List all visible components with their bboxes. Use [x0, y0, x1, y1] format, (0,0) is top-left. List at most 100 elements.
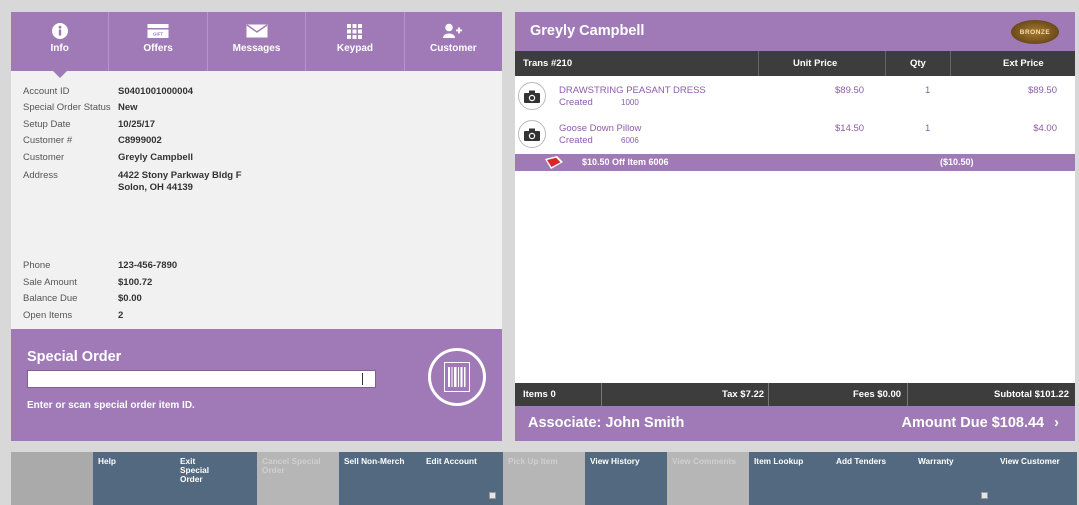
item-lookup-label: Item Lookup — [754, 456, 804, 466]
bronze-tier-badge: BRONZE — [1011, 20, 1059, 44]
add-tenders-button[interactable]: Add Tenders — [831, 452, 913, 505]
tax-total: Tax $7.22 — [722, 389, 765, 400]
status-value: New — [118, 102, 138, 114]
trans-number-header: Trans #210 — [523, 58, 573, 69]
balance-due-value: $0.00 — [118, 293, 142, 305]
nav-tab-customer-label: Customer — [429, 43, 477, 54]
view-history-label: View History — [590, 456, 640, 466]
transaction-panel: Greyly Campbell BRONZE Trans #210 Unit P… — [515, 12, 1075, 441]
gift-card-text: GIFT — [153, 32, 163, 37]
view-comments-button[interactable]: View Comments — [667, 452, 749, 505]
fees-total: Fees $0.00 — [853, 389, 902, 400]
amount-due-label: Amount Due $108.44 — [901, 415, 1045, 431]
nav-tab-offers[interactable]: GIFT Offers — [109, 12, 208, 71]
barcode-icon — [444, 362, 470, 392]
customer-label: Customer — [23, 151, 65, 163]
view-customer-button[interactable]: View Customer — [995, 452, 1077, 505]
camera-icon — [518, 120, 546, 148]
info-row-customer: Customer Greyly Campbell — [23, 149, 242, 166]
info-row-setup-date: Setup Date 10/25/17 — [23, 116, 242, 133]
tier-label: BRONZE — [1019, 28, 1051, 36]
discount-tag-icon — [545, 156, 563, 169]
keypad-icon — [347, 22, 363, 40]
nav-tab-keypad[interactable]: Keypad — [306, 12, 405, 71]
nav-tab-info-label: Info — [50, 43, 69, 54]
line-item[interactable]: Goose Down Pillow Created 6006 $14.50 1 … — [515, 116, 1075, 153]
open-items-label: Open Items — [23, 309, 73, 321]
phone-label: Phone — [23, 260, 51, 272]
submenu-icon — [980, 492, 988, 499]
info-row-account-id: Account ID S0401001000004 — [23, 83, 242, 100]
cancel-special-order-button[interactable]: Cancel Special Order — [257, 452, 339, 505]
sell-non-merch-button[interactable]: Sell Non-Merch — [339, 452, 421, 505]
nav-tab-offers-label: Offers — [143, 43, 173, 54]
subtotal: Subtotal $101.22 — [994, 389, 1069, 400]
sell-non-merch-label: Sell Non-Merch — [344, 456, 405, 466]
items-count: Items 0 — [523, 389, 556, 400]
chevron-right-icon: › — [1054, 415, 1059, 431]
transaction-table-header: Trans #210 Unit Price Qty Ext Price — [515, 51, 1075, 76]
exit-special-order-button[interactable]: Exit Special Order — [175, 452, 257, 505]
qty-header: Qty — [910, 58, 926, 69]
info-row-open-items: Open Items 2 — [23, 307, 242, 324]
view-comments-label: View Comments — [672, 456, 736, 466]
customer-value: Greyly Campbell — [118, 151, 193, 163]
item-lookup-button[interactable]: Item Lookup — [749, 452, 831, 505]
toolbar-blank-button — [11, 452, 93, 505]
exit-special-order-label: Exit Special Order — [180, 456, 210, 484]
amount-due-button[interactable]: Amount Due $108.44 › — [901, 415, 1059, 431]
edit-account-button[interactable]: Edit Account — [421, 452, 503, 505]
totals-bar: Items 0 Tax $7.22 Fees $0.00 Subtotal $1… — [515, 383, 1075, 406]
discount-row[interactable]: $10.50 Off Item 6006 ($10.50) — [515, 154, 1075, 171]
help-button[interactable]: Help — [93, 452, 175, 505]
status-label: Special Order Status — [23, 102, 111, 114]
scan-barcode-button[interactable] — [428, 348, 486, 406]
special-order-item-id-input[interactable] — [27, 370, 376, 388]
item-qty: 1 — [925, 85, 931, 96]
line-item[interactable]: DRAWSTRING PEASANT DRESS Created 1000 $8… — [515, 78, 1075, 115]
unit-price-header: Unit Price — [793, 58, 838, 69]
pick-up-item-button[interactable]: Pick Up Item — [503, 452, 585, 505]
ext-price-header: Ext Price — [1003, 58, 1044, 69]
amount-due-bar: Associate: John Smith Amount Due $108.44… — [515, 406, 1075, 441]
camera-icon — [518, 82, 546, 110]
info-row-balance-due: Balance Due $0.00 — [23, 291, 242, 308]
special-order-panel: Special Order Enter or scan special orde… — [11, 329, 502, 441]
info-icon — [51, 22, 69, 40]
account-id-value: S0401001000004 — [118, 85, 194, 97]
item-unit-price: $14.50 — [835, 123, 865, 134]
item-code: 1000 — [621, 98, 639, 107]
action-toolbar: Help Exit Special Order Cancel Special O… — [11, 452, 1078, 505]
nav-tab-keypad-label: Keypad — [336, 43, 373, 54]
customer-header: Greyly Campbell BRONZE — [515, 12, 1075, 51]
nav-tab-info[interactable]: Info — [11, 12, 110, 78]
special-order-help-text: Enter or scan special order item ID. — [27, 400, 195, 411]
item-name: Goose Down Pillow — [559, 123, 642, 134]
info-row-customer-number: Customer # C8999002 — [23, 133, 242, 150]
gift-card-icon: GIFT — [147, 22, 169, 40]
address-line-1: 4422 Stony Parkway Bldg F — [118, 169, 242, 181]
view-history-button[interactable]: View History — [585, 452, 667, 505]
setup-date-label: Setup Date — [23, 118, 71, 130]
item-status: Created — [559, 135, 593, 146]
pos-app: Info GIFT Offers Messages Keypad Custome… — [0, 0, 1079, 505]
nav-tab-messages[interactable]: Messages — [208, 12, 307, 71]
balance-due-label: Balance Due — [23, 293, 78, 305]
sale-amount-label: Sale Amount — [23, 276, 77, 288]
open-items-value: 2 — [118, 309, 124, 321]
account-panel: Info GIFT Offers Messages Keypad Custome… — [11, 12, 502, 441]
setup-date-value: 10/25/17 — [118, 118, 155, 130]
item-code: 6006 — [621, 136, 639, 145]
warranty-button[interactable]: Warranty — [913, 452, 995, 505]
account-nav-bar: Info GIFT Offers Messages Keypad Custome… — [11, 12, 502, 78]
account-id-label: Account ID — [23, 85, 70, 97]
phone-value: 123-456-7890 — [118, 260, 178, 272]
nav-tab-messages-label: Messages — [232, 43, 281, 54]
info-row-phone: Phone 123-456-7890 — [23, 258, 242, 275]
discount-text: $10.50 Off Item 6006 — [582, 157, 669, 167]
info-row-address: Address 4422 Stony Parkway Bldg F Solon,… — [23, 166, 242, 196]
info-row-status: Special Order Status New — [23, 100, 242, 117]
sale-amount-value: $100.72 — [118, 276, 153, 288]
customer-name: Greyly Campbell — [530, 23, 645, 39]
nav-tab-customer[interactable]: Customer — [405, 12, 502, 71]
